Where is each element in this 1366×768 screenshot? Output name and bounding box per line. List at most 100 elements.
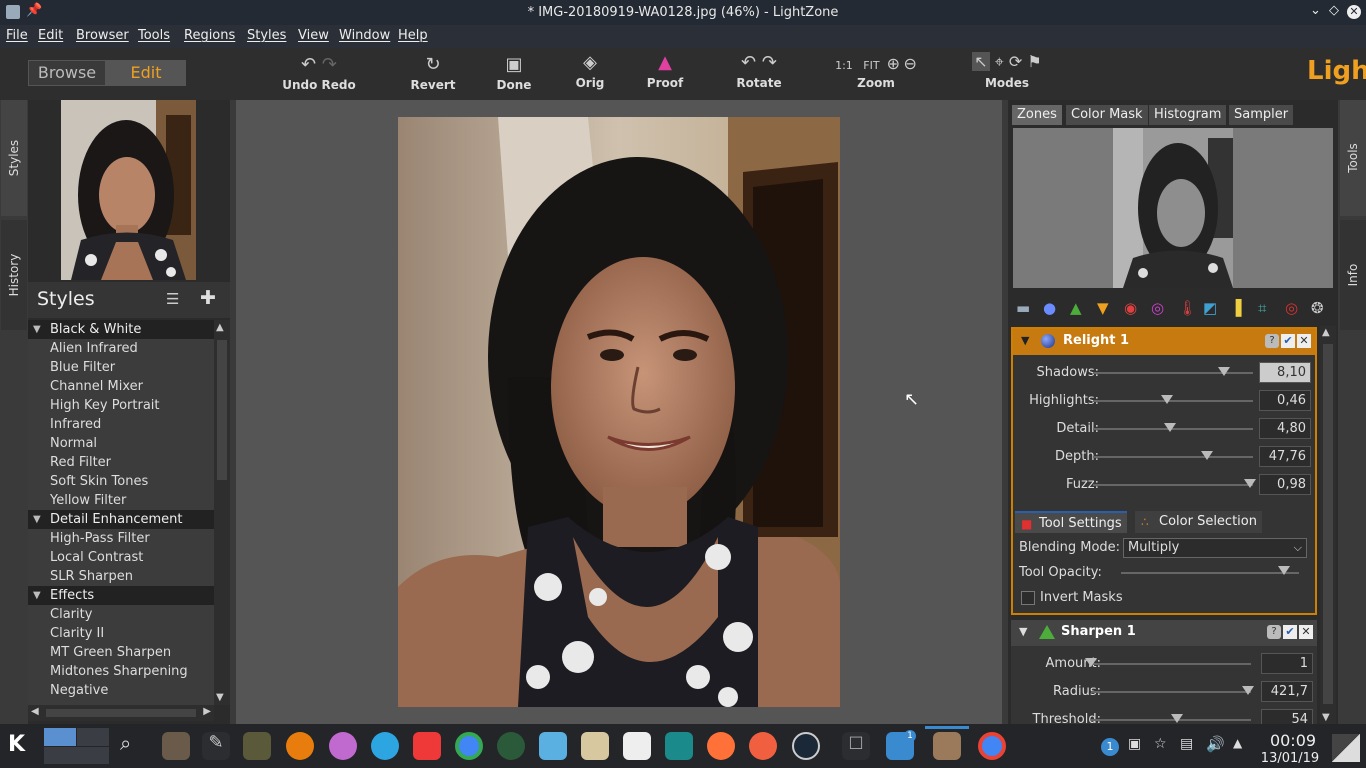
styles-horizontal-scrollbar[interactable]: ◀ ▶ [28,705,214,721]
zoom-icons[interactable]: 1:1 FIT ⊕ ⊖ [822,52,930,76]
desktop-pager-3[interactable] [44,747,109,764]
collapse-icon[interactable]: ▼ [1019,625,1027,638]
slider-value-input[interactable]: 421,7 [1261,681,1313,702]
slider-track[interactable] [1093,400,1253,402]
style-item[interactable]: Negative [28,681,214,700]
tab-tools[interactable]: Tools [1340,100,1366,216]
slider-track[interactable] [1091,691,1251,693]
monitor-icon[interactable]: ▣ [1128,736,1141,752]
image-canvas[interactable]: ↖ [236,100,1002,724]
slider-knob[interactable] [1241,686,1254,695]
sharpen-icon[interactable]: ▲ [1070,299,1082,317]
add-style-icon[interactable]: ✚ [200,287,216,309]
kde-menu-icon[interactable]: K [8,732,25,757]
style-item[interactable]: Yellow Filter [28,491,214,510]
tray-expand-icon[interactable]: ▲ [1233,736,1242,750]
pen-icon[interactable]: ✎ [202,732,230,760]
steam-icon[interactable] [792,732,820,760]
color-balance-icon[interactable]: ◉ [1124,299,1137,317]
chrome-task-icon[interactable] [978,732,1006,760]
updates-icon[interactable]: 1 [1101,738,1119,756]
slider-knob[interactable] [1160,395,1173,404]
tools-vertical-scrollbar[interactable]: ▲ ▼ [1320,326,1336,724]
zoom-fit-button[interactable]: FIT [863,59,879,72]
hand-icon[interactable] [581,732,609,760]
slider-value-input[interactable]: 0,46 [1259,390,1311,411]
styles-vertical-scrollbar[interactable]: ▲ ▼ [214,320,230,705]
hue-saturation-icon[interactable]: ◎ [1151,299,1164,317]
edited-photo[interactable] [398,117,840,707]
style-item[interactable]: High Key Portrait [28,396,214,415]
style-item[interactable]: MT Green Sharpen [28,643,214,662]
minimize-icon[interactable]: ⌄ [1310,3,1321,18]
volume-icon[interactable]: 🔊 [1206,735,1225,753]
tab-color-mask[interactable]: Color Mask [1066,105,1148,125]
desktop-pager-2[interactable] [77,728,109,746]
curves-icon[interactable]: ▐ [1230,299,1242,317]
edit-button[interactable]: Edit [106,60,186,86]
style-item[interactable]: Channel Mixer [28,377,214,396]
slider-knob[interactable] [1171,714,1184,723]
scroll-right-icon[interactable]: ▶ [203,706,211,717]
vivaldi-icon[interactable] [413,732,441,760]
slider-knob[interactable] [1200,451,1213,460]
noise-icon[interactable]: ▼ [1097,299,1109,317]
invert-masks-checkbox[interactable] [1021,591,1035,605]
proof-button[interactable]: ▲ Proof [644,52,686,90]
close-icon[interactable]: ✕ [1347,5,1361,19]
desktop-pager-1[interactable] [44,728,76,746]
menu-help[interactable]: Help [398,28,428,43]
chat-icon[interactable] [665,732,693,760]
style-category[interactable]: ▼ Detail Enhancement [28,510,214,529]
enable-checkbox[interactable]: ✔ [1283,625,1297,639]
relight-icon[interactable]: ● [1043,299,1056,317]
telegram-icon[interactable] [371,732,399,760]
lightzone-task-icon[interactable] [933,732,961,760]
menu-tools[interactable]: Tools [138,28,170,43]
clock-date[interactable]: 13/01/19 [1252,751,1328,766]
float-icon[interactable]: ◇ [1329,3,1339,18]
menu-styles[interactable]: Styles [247,28,286,43]
relight-header[interactable]: ▼ Relight 1 ? ✔ ✕ [1013,329,1315,355]
firefox-icon[interactable] [707,732,735,760]
tab-history[interactable]: History [1,220,27,330]
slider-value-input[interactable]: 47,76 [1259,446,1311,467]
done-button[interactable]: ▣ Done [494,54,534,92]
network-icon[interactable]: ☆ [1154,736,1167,752]
zoom-out-icon[interactable]: ⊖ [904,54,917,73]
style-item[interactable]: Infrared [28,415,214,434]
zone-mapper-icon[interactable]: ▬ [1016,299,1030,317]
more-tools-icon[interactable]: ❂ [1311,299,1324,317]
style-category[interactable]: ▼ Black & White [28,320,214,339]
tab-tool-settings[interactable]: ■ Tool Settings [1015,511,1127,533]
rotate-button[interactable]: ↶ ↷ Rotate [734,52,784,90]
close-tool-icon[interactable]: ✕ [1299,625,1313,639]
collapse-icon[interactable]: ▼ [1021,334,1029,347]
menu-regions[interactable]: Regions [184,28,235,43]
wilber-icon[interactable] [243,732,271,760]
scroll-down-icon[interactable]: ▼ [216,692,224,703]
tab-zones[interactable]: Zones [1012,105,1062,125]
file-icon[interactable]: □ [842,732,870,760]
marker-icon[interactable] [623,732,651,760]
slider-track[interactable] [1093,484,1253,486]
help-icon[interactable]: ? [1267,625,1281,639]
puzzle-icon[interactable] [539,732,567,760]
style-category[interactable]: ▼ Effects [28,586,214,605]
list-view-icon[interactable]: ☰ [166,290,179,308]
sharpen-header[interactable]: ▼ Sharpen 1 ? ✔ ✕ [1011,620,1317,646]
slider-value-input[interactable]: 8,10 [1259,362,1311,383]
slider-knob[interactable] [1085,658,1097,667]
enable-checkbox[interactable]: ✔ [1281,334,1295,348]
revert-button[interactable]: ↻ Revert [408,54,458,92]
channel-mixer-icon[interactable]: ◩ [1203,299,1217,317]
zoom-in-icon[interactable]: ⊕ [887,54,900,73]
style-item[interactable]: Normal [28,434,214,453]
style-item[interactable]: Clarity [28,605,214,624]
expand-icon[interactable]: ▼ [33,320,41,339]
orig-button[interactable]: ◈ Orig [572,52,608,90]
blending-mode-select[interactable]: Multiply ⌵ [1123,538,1307,558]
tool-opacity-slider[interactable] [1278,566,1291,575]
slider-track[interactable] [1091,663,1251,665]
grid-icon[interactable]: ⌗ [1258,299,1266,317]
